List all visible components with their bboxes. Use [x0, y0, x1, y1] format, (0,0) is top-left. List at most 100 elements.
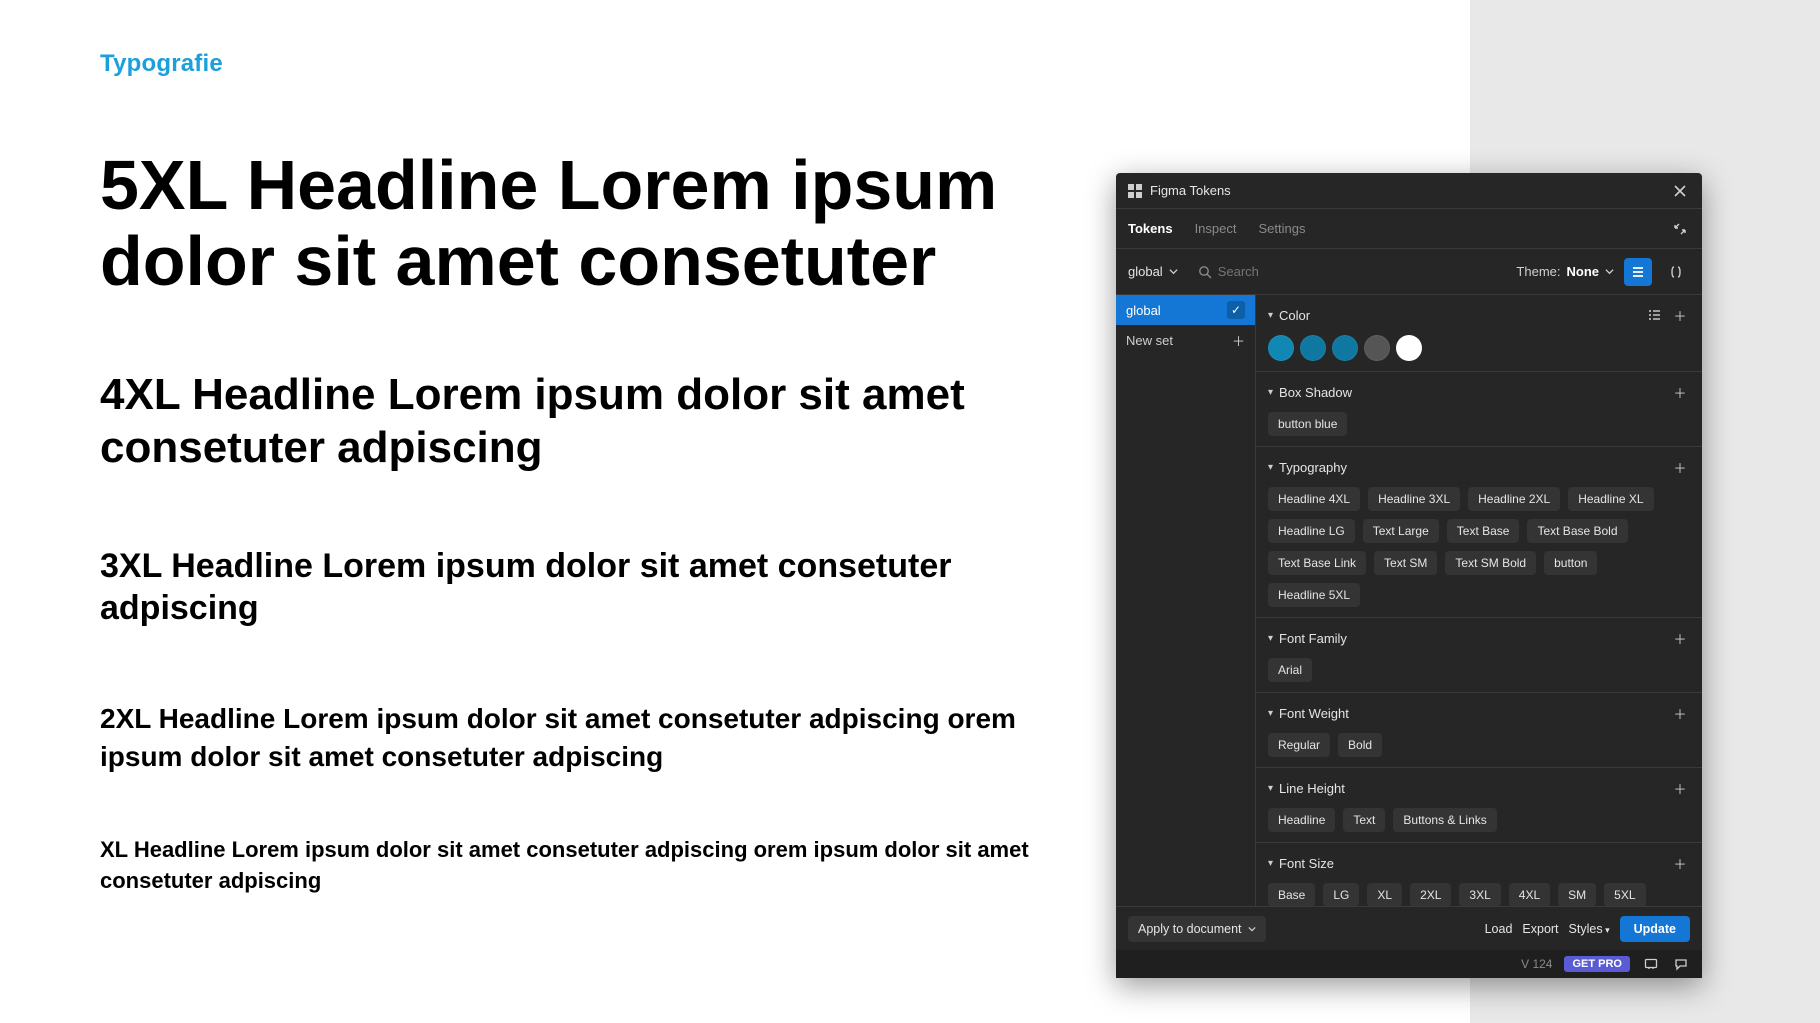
caret-down-icon[interactable]: ▾ [1268, 783, 1273, 794]
group-title: Box Shadow [1279, 385, 1352, 400]
token-chip[interactable]: LG [1323, 883, 1359, 906]
headline-3xl: 3XL Headline Lorem ipsum dolor sit amet … [100, 545, 1100, 630]
panel-tabs: Tokens Inspect Settings [1116, 209, 1702, 249]
scope-label: global [1128, 264, 1163, 279]
token-chip[interactable]: Base [1268, 883, 1315, 906]
token-chip[interactable]: Bold [1338, 733, 1382, 757]
list-mode-icon[interactable] [1644, 305, 1664, 325]
caret-down-icon[interactable]: ▾ [1268, 462, 1273, 473]
checkbox-checked-icon[interactable]: ✓ [1227, 301, 1245, 319]
json-view-button[interactable] [1662, 258, 1690, 286]
token-chip[interactable]: button [1544, 551, 1597, 575]
collapse-icon[interactable] [1670, 219, 1690, 239]
token-chip[interactable]: 2XL [1410, 883, 1451, 906]
styles-button[interactable]: Styles [1569, 922, 1610, 936]
export-button[interactable]: Export [1522, 922, 1558, 936]
token-chip[interactable]: button blue [1268, 412, 1347, 436]
chevron-down-icon [1169, 267, 1178, 276]
group-title: Typography [1279, 460, 1347, 475]
token-chip[interactable]: SM [1558, 883, 1596, 906]
panel-title: Figma Tokens [1150, 183, 1231, 198]
caret-down-icon[interactable]: ▾ [1268, 310, 1273, 321]
panel-statusbar: V 124 GET PRO [1116, 950, 1702, 978]
add-token-icon[interactable]: ＋ [1670, 457, 1690, 477]
tab-settings[interactable]: Settings [1258, 221, 1305, 236]
token-chip[interactable]: Text Large [1363, 519, 1439, 543]
add-token-icon[interactable]: ＋ [1670, 382, 1690, 402]
token-chip[interactable]: 4XL [1509, 883, 1550, 906]
list-view-button[interactable] [1624, 258, 1652, 286]
group-title: Font Family [1279, 631, 1347, 646]
new-set-button[interactable]: New set ＋ [1116, 325, 1255, 355]
token-chip[interactable]: Text Base Bold [1527, 519, 1627, 543]
tab-inspect[interactable]: Inspect [1195, 221, 1237, 236]
token-chip[interactable]: Text Base [1447, 519, 1520, 543]
group-font-weight: ▾ Font Weight ＋ Regular Bold [1256, 693, 1702, 768]
headline-5xl: 5XL Headline Lorem ipsum dolor sit amet … [100, 148, 1100, 299]
theme-selector[interactable]: Theme: None [1516, 264, 1614, 279]
group-title: Font Weight [1279, 706, 1349, 721]
search-input[interactable] [1218, 264, 1328, 279]
theme-value: None [1567, 264, 1600, 279]
new-set-label: New set [1126, 333, 1173, 348]
token-set-global[interactable]: global ✓ [1116, 295, 1255, 325]
group-typography: ▾ Typography ＋ Headline 4XL Headline 3XL H… [1256, 447, 1702, 618]
token-chip[interactable]: XL [1367, 883, 1402, 906]
figma-tokens-panel: Figma Tokens Tokens Inspect Settings glo… [1116, 173, 1702, 978]
token-chip[interactable]: Headline 4XL [1268, 487, 1360, 511]
update-button[interactable]: Update [1620, 916, 1690, 942]
token-chip[interactable]: Text Base Link [1268, 551, 1366, 575]
search-icon [1198, 265, 1212, 279]
token-chip[interactable]: 3XL [1459, 883, 1500, 906]
tab-tokens[interactable]: Tokens [1128, 221, 1173, 236]
token-chip[interactable]: Headline XL [1568, 487, 1653, 511]
token-chip[interactable]: Arial [1268, 658, 1312, 682]
group-title: Color [1279, 308, 1310, 323]
token-chip[interactable]: Text SM Bold [1445, 551, 1536, 575]
token-set-label: global [1126, 303, 1161, 318]
color-swatch[interactable] [1396, 335, 1422, 361]
color-swatch[interactable] [1300, 335, 1326, 361]
section-title: Typografie [100, 50, 1370, 78]
plus-icon: ＋ [1232, 331, 1245, 350]
caret-down-icon[interactable]: ▾ [1268, 858, 1273, 869]
close-icon[interactable] [1670, 181, 1690, 201]
color-swatch[interactable] [1268, 335, 1294, 361]
token-chip[interactable]: Headline 2XL [1468, 487, 1560, 511]
add-token-icon[interactable]: ＋ [1670, 628, 1690, 648]
color-swatch[interactable] [1332, 335, 1358, 361]
add-token-icon[interactable]: ＋ [1670, 305, 1690, 325]
headline-xl: XL Headline Lorem ipsum dolor sit amet c… [100, 835, 1100, 897]
add-token-icon[interactable]: ＋ [1670, 703, 1690, 723]
token-chip[interactable]: Text [1343, 808, 1385, 832]
chat-icon[interactable] [1672, 955, 1690, 973]
group-title: Line Height [1279, 781, 1345, 796]
apply-to-document-button[interactable]: Apply to document [1128, 916, 1266, 942]
token-chip[interactable]: Regular [1268, 733, 1330, 757]
token-chip[interactable]: Text SM [1374, 551, 1437, 575]
caret-down-icon[interactable]: ▾ [1268, 633, 1273, 644]
group-font-size: ▾ Font Size ＋ BaseLGXL2XL3XL4XLSM5XL [1256, 843, 1702, 906]
token-chip[interactable]: Headline 3XL [1368, 487, 1460, 511]
panel-footer: Apply to document Load Export Styles Upd… [1116, 906, 1702, 950]
get-pro-button[interactable]: GET PRO [1564, 956, 1630, 972]
color-swatch[interactable] [1364, 335, 1390, 361]
token-chip[interactable]: Buttons & Links [1393, 808, 1496, 832]
caret-down-icon[interactable]: ▾ [1268, 708, 1273, 719]
token-chip[interactable]: Headline [1268, 808, 1335, 832]
caret-down-icon[interactable]: ▾ [1268, 387, 1273, 398]
token-chip[interactable]: 5XL [1604, 883, 1645, 906]
scope-dropdown[interactable]: global [1128, 264, 1178, 279]
feedback-icon[interactable] [1642, 955, 1660, 973]
version-label: V 124 [1521, 957, 1552, 971]
token-sets-sidebar: global ✓ New set ＋ [1116, 295, 1256, 906]
add-token-icon[interactable]: ＋ [1670, 778, 1690, 798]
apply-label: Apply to document [1138, 922, 1242, 936]
search-field[interactable] [1198, 264, 1328, 279]
load-button[interactable]: Load [1485, 922, 1513, 936]
token-chip[interactable]: Headline LG [1268, 519, 1355, 543]
add-token-icon[interactable]: ＋ [1670, 853, 1690, 873]
token-chip[interactable]: Headline 5XL [1268, 583, 1360, 607]
group-font-family: ▾ Font Family ＋ Arial [1256, 618, 1702, 693]
panel-titlebar[interactable]: Figma Tokens [1116, 173, 1702, 209]
